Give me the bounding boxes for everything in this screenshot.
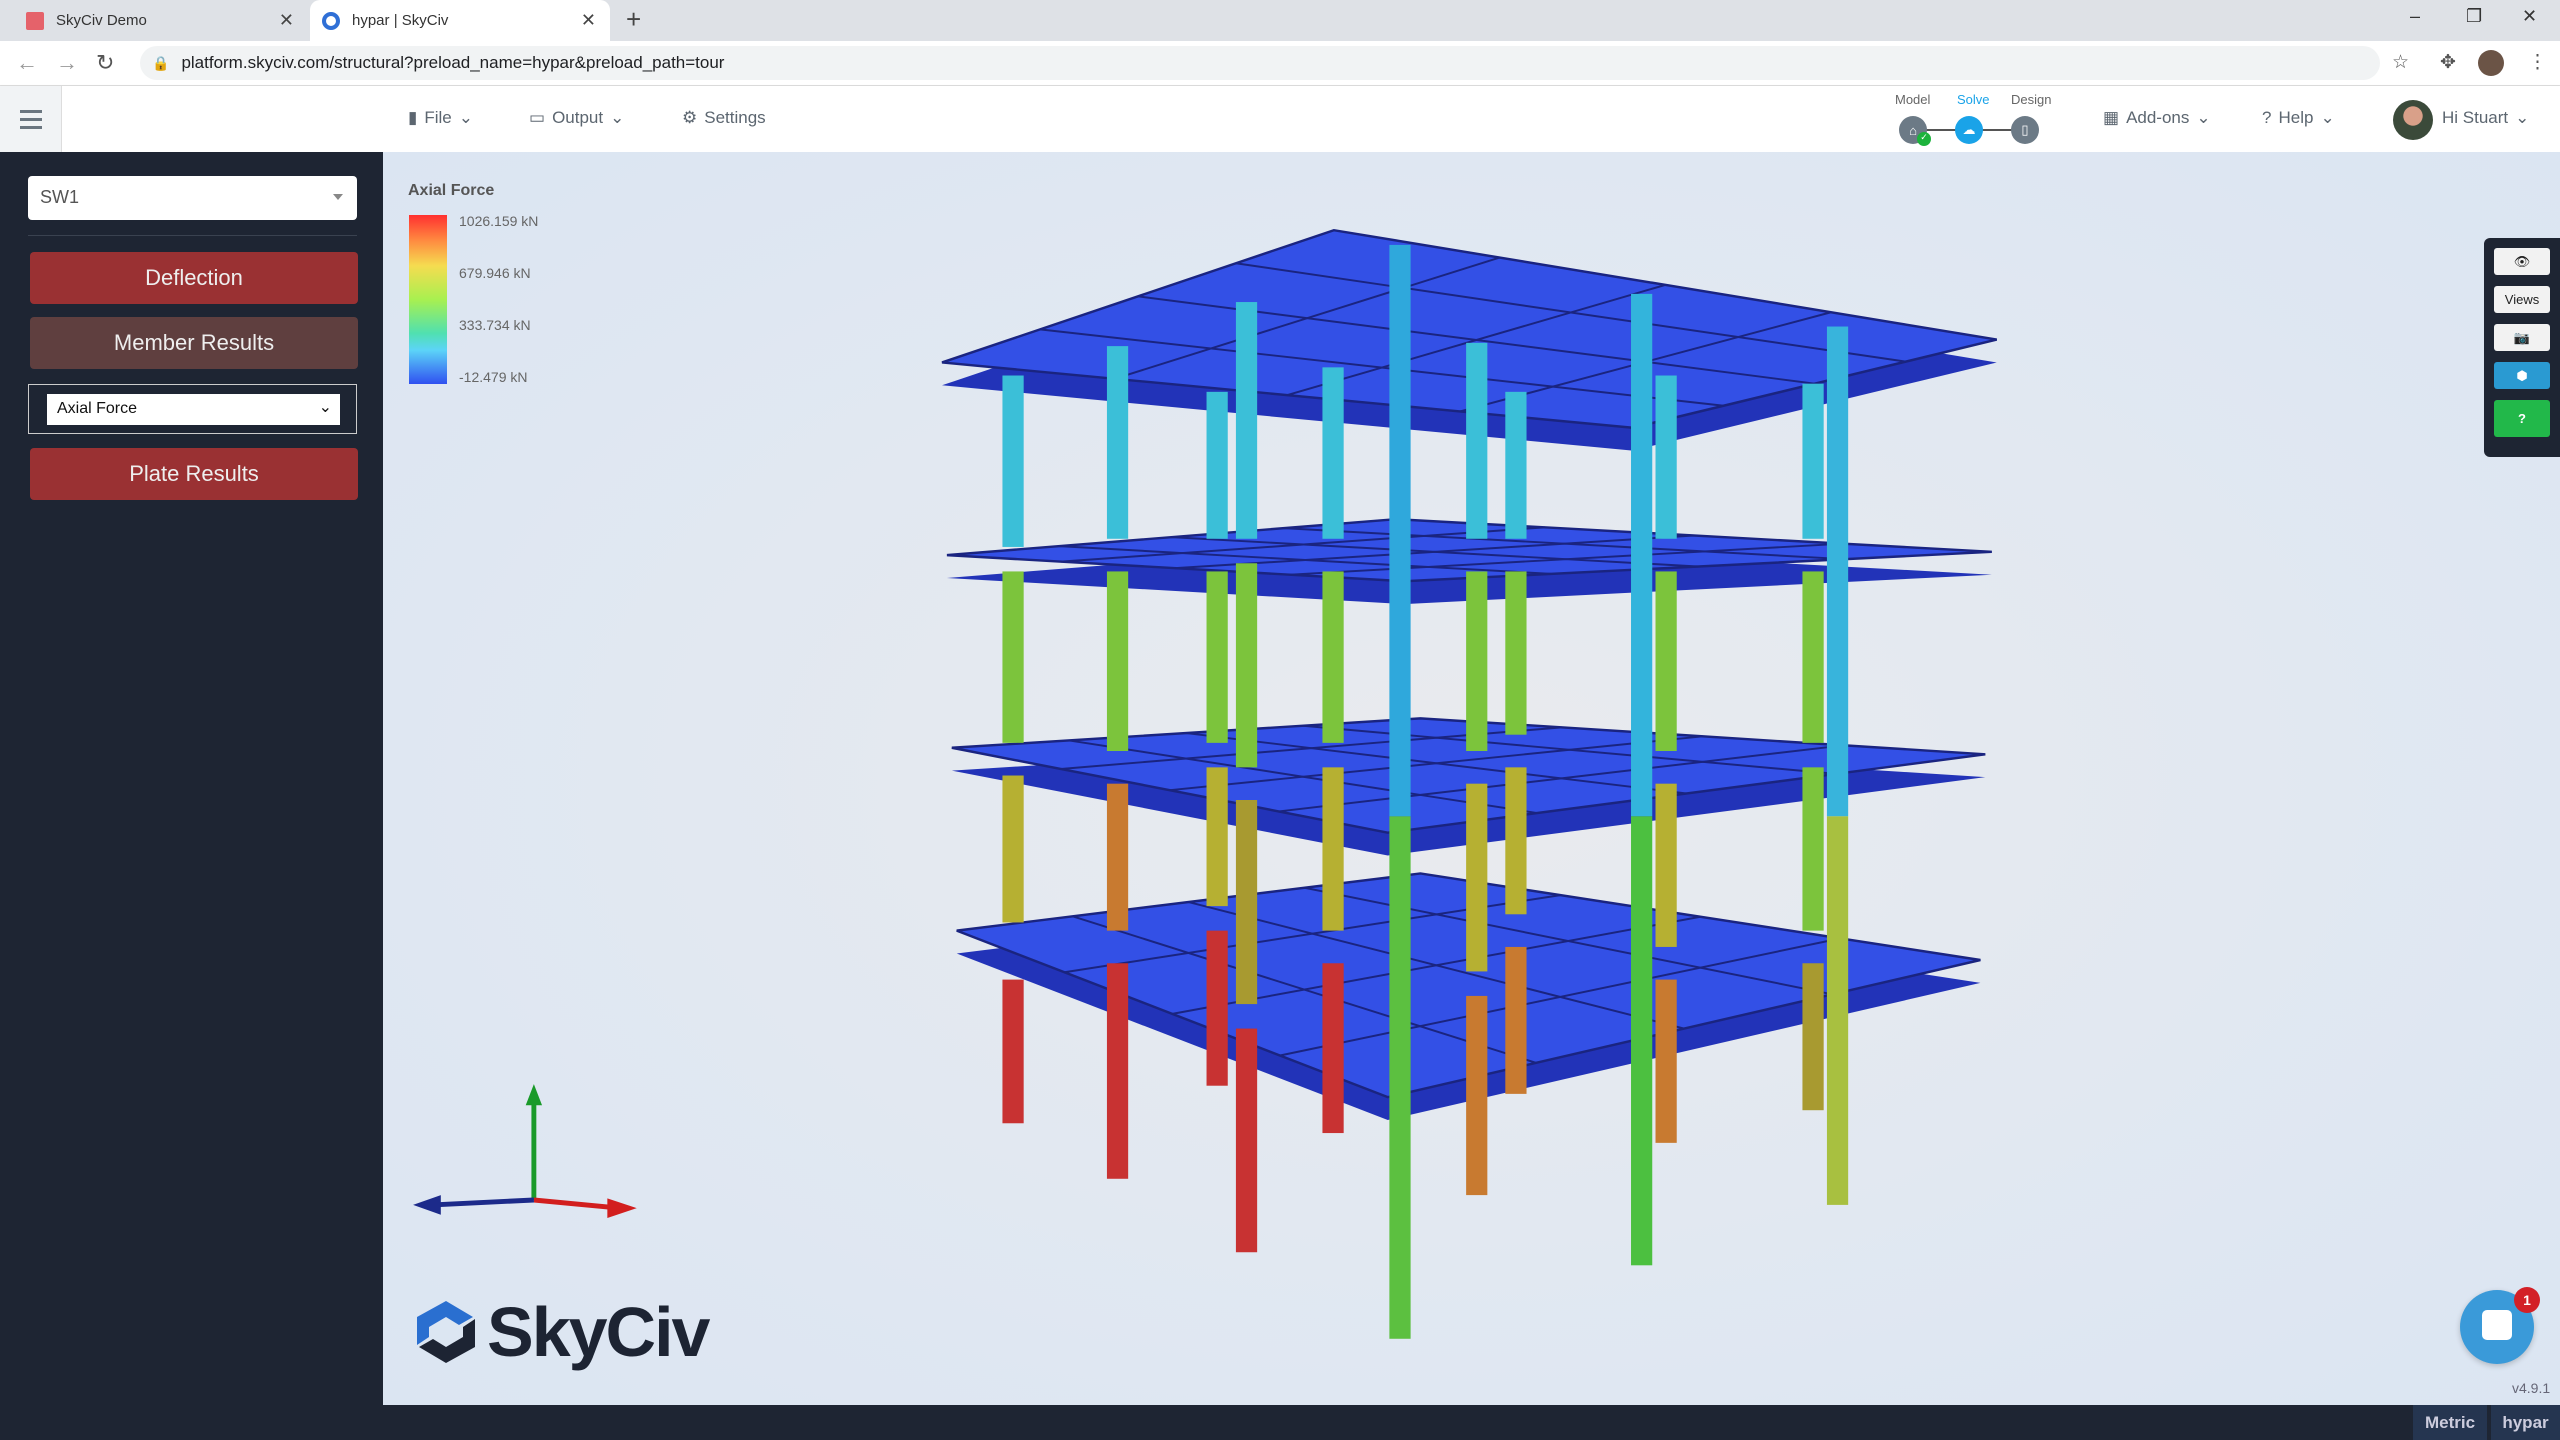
column-segment [1802, 571, 1824, 743]
legend-color-scale [409, 215, 447, 384]
axis-gizmo [413, 1084, 637, 1218]
structure-3d-model[interactable] [0, 0, 2560, 1440]
column-segment [1466, 571, 1488, 752]
units-button[interactable]: Metric [2413, 1405, 2487, 1440]
view-toolbar: 👁 Views 📷 ⬢ ? [2484, 238, 2560, 457]
column-segment [1322, 963, 1344, 1134]
column-segment [1655, 979, 1677, 1143]
column-segment [1802, 383, 1824, 539]
column-segment [1235, 302, 1258, 539]
z-axis-line [432, 1197, 534, 1208]
skyciv-logo-mark [417, 1301, 475, 1363]
column-segment [1802, 767, 1824, 931]
column-segment [1655, 375, 1677, 539]
column-segment [1235, 800, 1258, 1005]
column-segment [1631, 293, 1653, 817]
column-segment [1826, 326, 1849, 817]
column-segment [1322, 367, 1344, 539]
views-button[interactable]: Views [2494, 286, 2550, 313]
column-segment [1106, 346, 1129, 539]
column-segment [1322, 767, 1344, 931]
skyciv-logo: SkyCiv [415, 1292, 710, 1372]
column-segment [1002, 375, 1024, 547]
column-segment [1802, 963, 1824, 1111]
column-segment [1206, 391, 1228, 539]
column-segment [1206, 767, 1228, 907]
column-segment [1466, 783, 1488, 972]
column-segment [1002, 775, 1024, 923]
chat-icon [2482, 1310, 2512, 1340]
column-segment [1002, 979, 1024, 1124]
z-axis-arrow [413, 1195, 441, 1215]
column-segment [1106, 963, 1129, 1179]
skyciv-wordmark: SkyCiv [487, 1293, 710, 1371]
column-segment [1505, 946, 1527, 1094]
column-segment [1206, 930, 1228, 1086]
column-segment [1466, 995, 1488, 1196]
column-segment [1322, 571, 1344, 743]
column-segment [1655, 571, 1677, 752]
column-segment [1826, 816, 1849, 1205]
column-segment [1389, 244, 1411, 817]
y-axis-arrow [525, 1084, 543, 1106]
column-segment [1002, 571, 1024, 743]
column-segment [1389, 816, 1411, 1339]
column-segment [1235, 1028, 1258, 1253]
legend-label-min: -12.479 kN [459, 369, 528, 385]
legend-label-max: 1026.159 kN [459, 213, 539, 229]
column-segment [1106, 783, 1129, 931]
column-segment [1631, 816, 1653, 1266]
column-segment [1655, 783, 1677, 947]
column-segment [1505, 571, 1527, 735]
column-segment [1466, 342, 1488, 539]
legend-label: 679.946 kN [459, 265, 531, 281]
legend-label: 333.734 kN [459, 317, 531, 333]
column-segment [1206, 571, 1228, 743]
project-name[interactable]: hypar [2491, 1405, 2560, 1440]
column-segment [1235, 563, 1258, 768]
eye-icon[interactable]: 👁 [2494, 248, 2550, 275]
chat-notification-badge: 1 [2514, 1287, 2540, 1313]
version-label: v4.9.1 [2512, 1380, 2551, 1396]
column-segment [1505, 767, 1527, 915]
column-segment [1505, 391, 1527, 539]
x-axis-arrow [607, 1198, 637, 1218]
column-segment [1106, 571, 1129, 752]
help-icon[interactable]: ? [2494, 400, 2550, 437]
camera-icon[interactable]: 📷 [2494, 324, 2550, 351]
cube-icon[interactable]: ⬢ [2494, 362, 2550, 389]
status-bar: Metric hypar [0, 1405, 2560, 1440]
legend-title: Axial Force [408, 182, 495, 199]
